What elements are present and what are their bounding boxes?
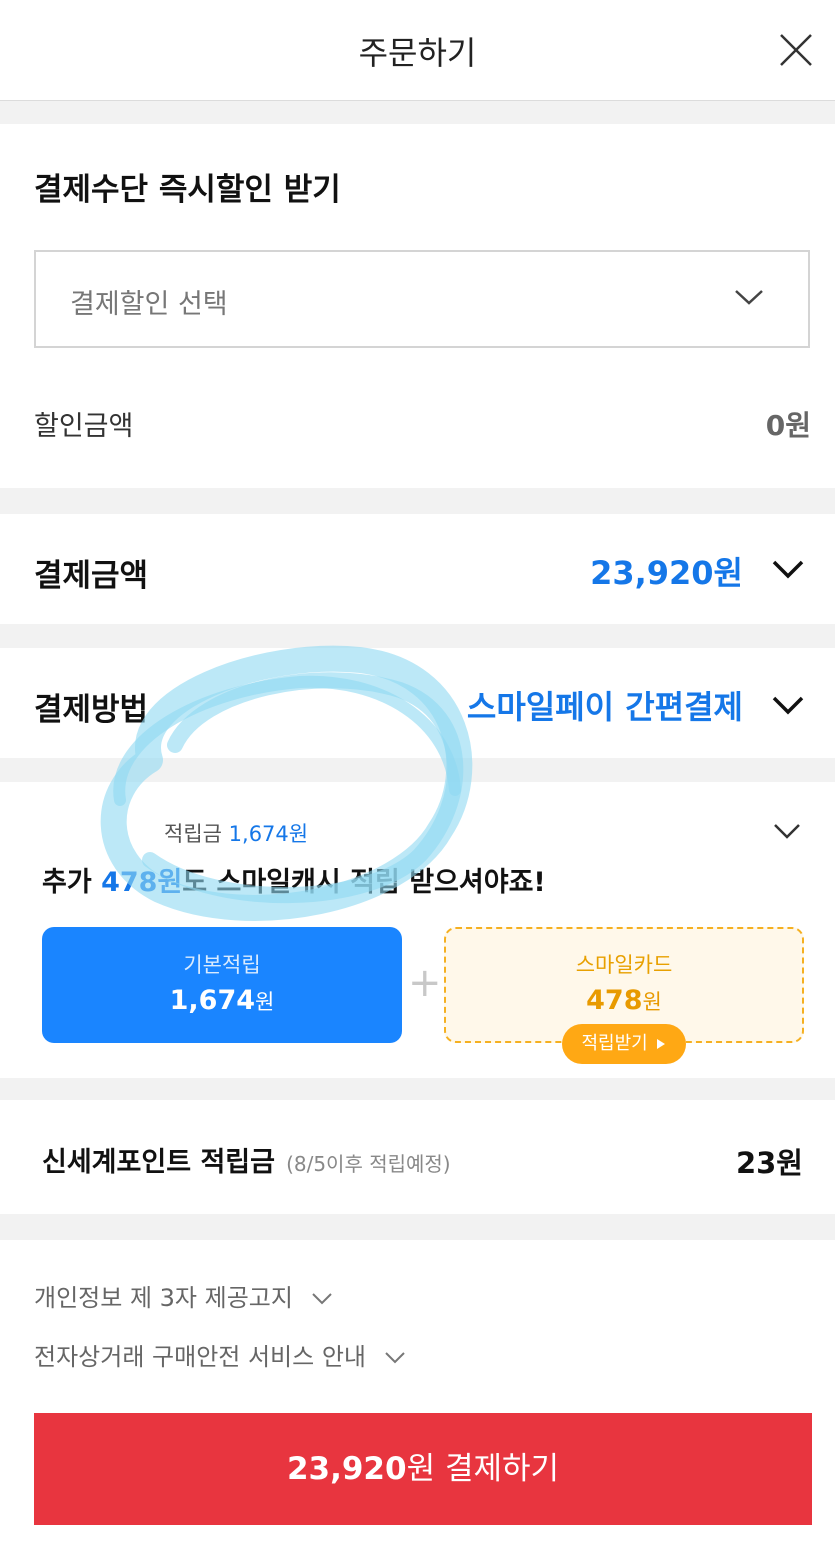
basic-reward-number: 1,674 bbox=[169, 985, 256, 1016]
header: 주문하기 bbox=[0, 0, 835, 101]
basic-reward-amount: 1,674원 bbox=[42, 985, 402, 1016]
payment-amount-value: 23,920원 bbox=[590, 554, 743, 592]
chevron-down-icon bbox=[735, 290, 763, 305]
chevron-down-icon[interactable] bbox=[771, 694, 805, 716]
discount-title: 결제수단 즉시할인 받기 bbox=[34, 172, 341, 208]
rewards-label: 적립금 1,674원 bbox=[164, 818, 308, 848]
safe-purchase-notice-link[interactable]: 전자상거래 구매안전 서비스 안내 bbox=[34, 1337, 406, 1372]
rewards-section: 적립금 1,674원 추가 478원도 스마일캐시 적립 받으셔야죠! 기본적립… bbox=[0, 782, 835, 1078]
chevron-down-icon[interactable] bbox=[771, 558, 805, 580]
pay-button[interactable]: 23,920원 결제하기 bbox=[34, 1413, 812, 1525]
plus-icon: + bbox=[408, 960, 442, 1006]
pay-button-label: 결제하기 bbox=[435, 1451, 560, 1487]
rewards-headline: 추가 478원도 스마일캐시 적립 받으셔야죠! bbox=[42, 860, 546, 899]
basic-reward-box: 기본적립 1,674원 bbox=[42, 927, 402, 1043]
privacy-notice-link[interactable]: 개인정보 제 3자 제공고지 bbox=[34, 1278, 333, 1313]
shinsegae-label: 신세계포인트 적립금 bbox=[42, 1147, 275, 1178]
shinsegae-points-row: 신세계포인트 적립금 (8/5이후 적립예정) 23원 bbox=[0, 1100, 835, 1214]
discount-amount-value: 0원 bbox=[765, 409, 811, 442]
smile-card-label: 스마일카드 bbox=[575, 953, 673, 977]
payment-amount-row[interactable]: 결제금액 23,920원 bbox=[0, 514, 835, 624]
payment-method-label: 결제방법 bbox=[34, 692, 149, 728]
payment-method-value: 스마일페이 간편결제 bbox=[466, 688, 743, 726]
discount-amount-label: 할인금액 bbox=[34, 411, 134, 442]
shinsegae-label-group: 신세계포인트 적립금 (8/5이후 적립예정) bbox=[42, 1140, 451, 1179]
discount-section: 결제수단 즉시할인 받기 결제할인 선택 할인금액 0원 bbox=[0, 124, 835, 488]
discount-select-placeholder: 결제할인 선택 bbox=[70, 289, 228, 320]
chevron-down-icon[interactable] bbox=[773, 822, 801, 840]
close-icon[interactable] bbox=[776, 30, 816, 70]
pay-button-unit: 원 bbox=[406, 1451, 436, 1487]
rewards-label-text: 적립금 bbox=[164, 822, 222, 846]
safe-purchase-notice-label: 전자상거래 구매안전 서비스 안내 bbox=[34, 1343, 367, 1371]
smile-card-amount: 478원 bbox=[446, 985, 802, 1016]
page-title: 주문하기 bbox=[358, 34, 477, 72]
play-arrow-icon bbox=[657, 1039, 666, 1049]
basic-reward-unit: 원 bbox=[255, 990, 275, 1014]
headline-prefix: 추가 bbox=[42, 867, 102, 898]
shinsegae-note: (8/5이후 적립예정) bbox=[286, 1152, 451, 1176]
smile-card-number: 478 bbox=[586, 985, 643, 1016]
privacy-notice-label: 개인정보 제 3자 제공고지 bbox=[34, 1284, 293, 1312]
shinsegae-value: 23원 bbox=[735, 1146, 803, 1180]
payment-method-row[interactable]: 결제방법 스마일페이 간편결제 bbox=[0, 648, 835, 758]
headline-suffix: 도 스마일캐시 적립 받으셔야죠! bbox=[182, 867, 546, 898]
earn-rewards-label: 적립받기 bbox=[581, 1033, 648, 1054]
earn-rewards-button[interactable]: 적립받기 bbox=[562, 1024, 686, 1064]
pay-button-amount: 23,920 bbox=[286, 1451, 407, 1487]
chevron-down-icon bbox=[384, 1352, 405, 1364]
rewards-label-amount: 1,674원 bbox=[228, 822, 309, 846]
discount-select[interactable]: 결제할인 선택 bbox=[34, 250, 810, 348]
basic-reward-label: 기본적립 bbox=[183, 953, 261, 977]
payment-amount-label: 결제금액 bbox=[34, 558, 149, 594]
smile-card-unit: 원 bbox=[642, 990, 662, 1014]
headline-amount: 478원 bbox=[101, 867, 183, 898]
chevron-down-icon bbox=[311, 1293, 332, 1305]
